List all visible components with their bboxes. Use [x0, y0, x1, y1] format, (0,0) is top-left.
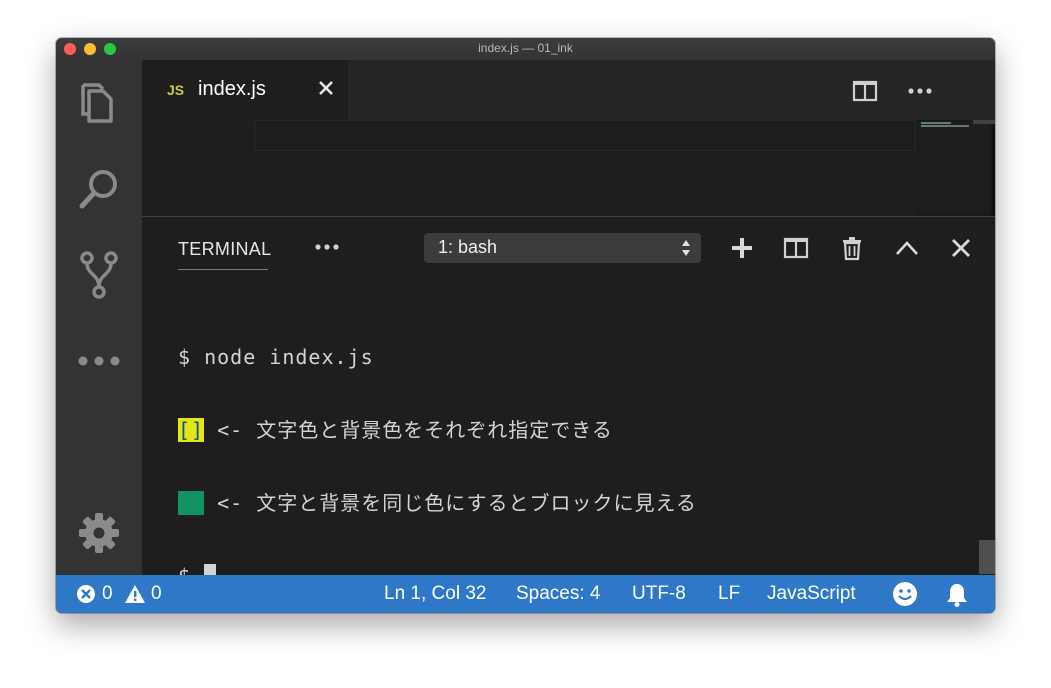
terminal-line: [] <- 文字と背景を同じ色にするとブロックに見える — [178, 491, 697, 516]
gear-icon[interactable] — [74, 508, 124, 558]
close-panel-icon[interactable] — [948, 235, 974, 261]
error-icon[interactable] — [76, 584, 96, 610]
feedback-smiley-icon[interactable] — [892, 581, 918, 613]
cursor-position[interactable]: Ln 1, Col 32 — [384, 583, 486, 605]
code-line: 3 console.log(chalk.green.bgGreen('[]'),… — [142, 182, 917, 213]
select-arrows-icon — [681, 236, 691, 260]
source-control-icon[interactable] — [74, 250, 124, 300]
code-line: 1 const chalk = require('chalk'); — [142, 120, 917, 151]
code-editor[interactable]: 1 const chalk = require('chalk'); 2 cons… — [142, 120, 995, 216]
window-title: index.js — 01_ink — [478, 41, 573, 55]
minimap[interactable] — [917, 120, 995, 216]
status-bar: 0 0 Ln 1, Col 32 Spaces: 4 UTF-8 LF Java… — [56, 575, 995, 613]
green-block: [] — [178, 491, 205, 515]
search-icon[interactable] — [74, 164, 124, 214]
terminal-scrollbar[interactable] — [979, 540, 995, 574]
split-editor-icon[interactable] — [852, 78, 878, 104]
more-icon[interactable] — [74, 336, 124, 386]
close-tab-icon[interactable] — [314, 76, 338, 100]
tab-bar: JS index.js — [142, 60, 995, 120]
trash-icon[interactable] — [839, 235, 865, 261]
terminal-line: [] <- 文字色と背景色をそれぞれ指定できる — [178, 418, 697, 443]
new-terminal-icon[interactable] — [729, 235, 755, 261]
code-line: 2 console.log(chalk.blue.bgYellow('[]'),… — [142, 151, 917, 182]
yellow-block: [] — [178, 418, 205, 442]
terminal-output[interactable]: $ node index.js [] <- 文字色と背景色をそれぞれ指定できる … — [178, 297, 697, 613]
warning-count[interactable]: 0 — [151, 583, 162, 605]
encoding[interactable]: UTF-8 — [632, 583, 686, 605]
terminal-panel: TERMINAL 1: bash $ node index.js [] <- 文… — [142, 216, 995, 588]
panel-more-icon[interactable] — [312, 235, 342, 259]
end-of-line[interactable]: LF — [718, 583, 740, 605]
notifications-bell-icon[interactable] — [945, 582, 969, 613]
editor-group: JS index.js — [142, 60, 995, 216]
language-mode[interactable]: JavaScript — [767, 583, 856, 605]
split-terminal-icon[interactable] — [783, 235, 809, 261]
activity-bar — [56, 60, 142, 575]
vscode-window: index.js — 01_ink JS index.js TERMINAL 1… — [56, 38, 995, 613]
warning-icon[interactable] — [124, 584, 146, 610]
files-icon[interactable] — [74, 78, 124, 128]
js-file-icon: JS — [167, 82, 185, 98]
indentation[interactable]: Spaces: 4 — [516, 583, 601, 605]
current-line-highlight — [254, 120, 916, 151]
tab-terminal[interactable]: TERMINAL — [178, 239, 271, 260]
terminal-select-value: 1: bash — [438, 237, 498, 257]
terminal-select[interactable]: 1: bash — [424, 233, 701, 263]
title-bar: index.js — 01_ink — [56, 38, 995, 61]
active-tab-indicator — [178, 269, 268, 270]
terminal-text: <- 文字色と背景色をそれぞれ指定できる — [204, 418, 613, 442]
tab-index-js[interactable]: JS index.js — [142, 60, 348, 120]
maximize-panel-icon[interactable] — [894, 235, 920, 261]
error-count[interactable]: 0 — [102, 583, 113, 605]
terminal-text: <- 文字と背景を同じ色にするとブロックに見える — [204, 491, 697, 515]
editor-more-actions-icon[interactable] — [907, 78, 933, 104]
terminal-line: $ node index.js — [178, 345, 374, 369]
tab-label: index.js — [198, 78, 266, 100]
